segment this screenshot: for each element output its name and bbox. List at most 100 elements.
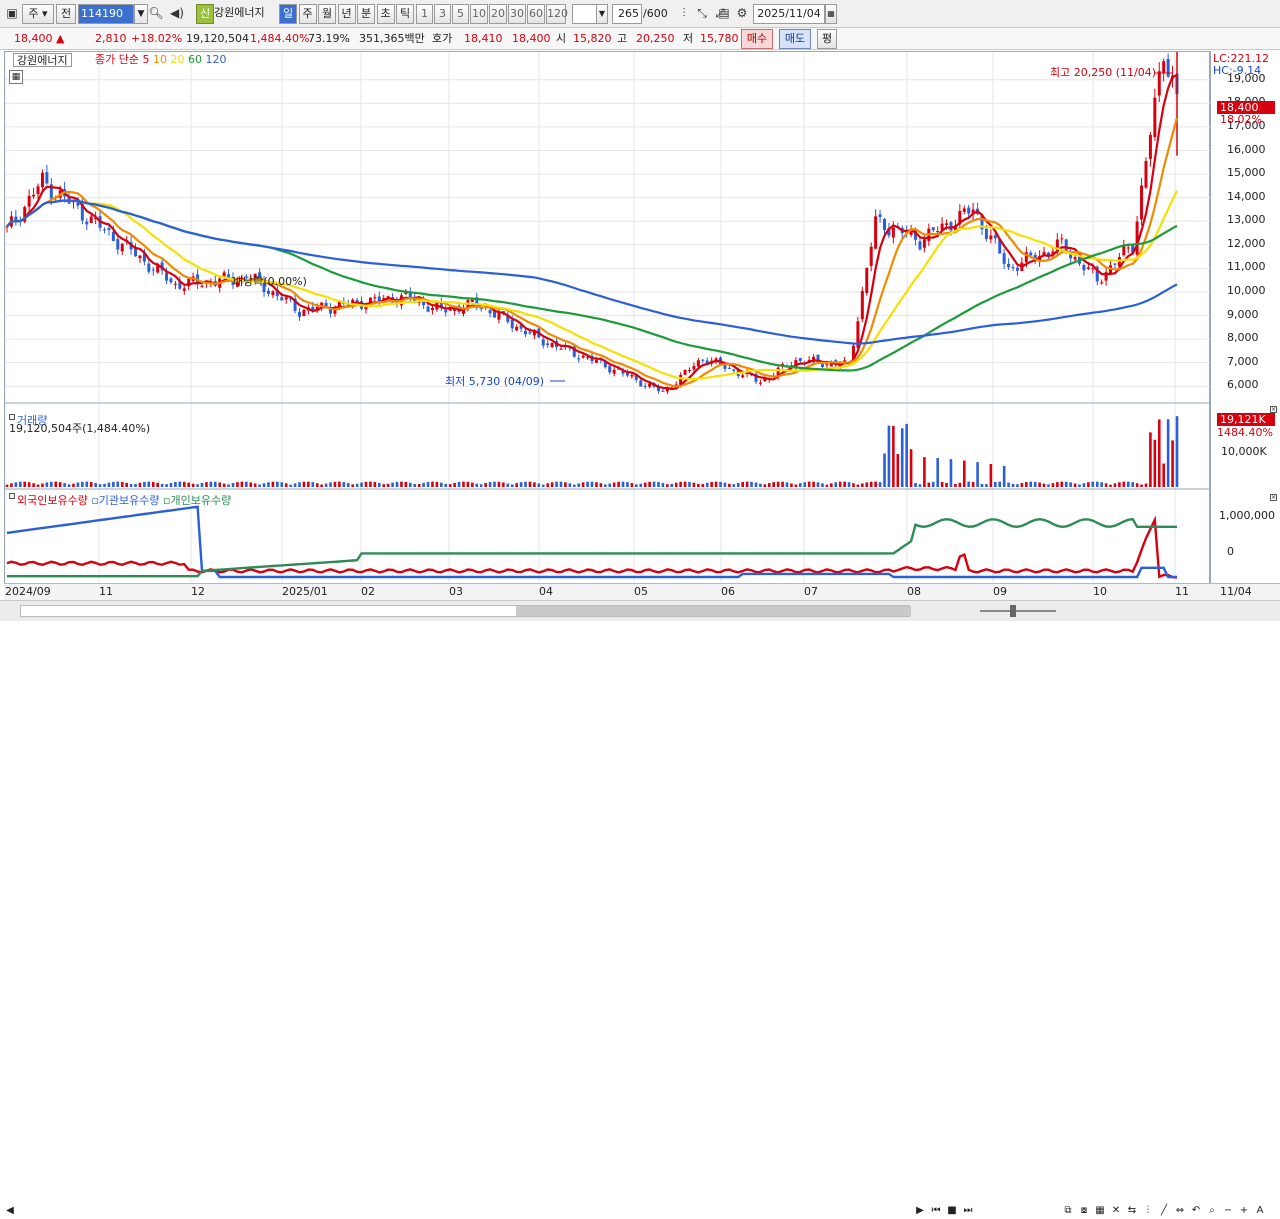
volume-bar-200 — [892, 425, 895, 487]
zoom-out-icon[interactable]: − — [1220, 1203, 1236, 1219]
interval-tab-4[interactable]: 20 — [489, 4, 507, 24]
volume-bar-91 — [408, 482, 412, 487]
holding-y-tick-1: 1,000,000 — [1219, 509, 1275, 522]
volume-bar-202 — [900, 428, 904, 487]
volume-bar-154 — [688, 481, 691, 487]
holding-close-icon[interactable]: × — [1270, 494, 1277, 501]
market-select[interactable]: 주 ▾ — [22, 4, 54, 24]
interval-dropdown-icon[interactable]: ▼ — [596, 4, 608, 24]
toolbar-main: ▣ 주 ▾ 전 114190 ▼ 🔍︎ ◀) 신 강원에너지 일주월년분초틱 1… — [0, 0, 1280, 28]
forward-icon[interactable]: ⏭ — [960, 1203, 976, 1219]
stock-code-input[interactable]: 114190 — [78, 4, 134, 24]
candle-body-129 — [577, 358, 581, 360]
volume-bar-189 — [843, 481, 846, 487]
font-size-icon[interactable]: A — [1252, 1203, 1268, 1219]
zoom-search-icon[interactable]: ⌕ — [1204, 1203, 1220, 1219]
candle-body-123 — [550, 343, 554, 347]
ma-legend-20: 20 — [170, 53, 188, 66]
compare-icon[interactable]: ⧇ — [1076, 1203, 1092, 1219]
candle-type-icon[interactable]: ⫶ — [676, 4, 692, 24]
sell-button[interactable]: 매도 — [779, 29, 811, 49]
volume-bar-148 — [661, 482, 665, 487]
range-icon[interactable]: ⇆ — [1124, 1203, 1140, 1219]
search-icon[interactable]: 🔍︎ — [148, 4, 164, 24]
volume-bar-150 — [670, 483, 674, 487]
calendar-icon[interactable]: ▦ — [825, 4, 837, 24]
volume-bar-260 — [1157, 419, 1161, 487]
prev-button[interactable]: 전 — [56, 4, 76, 24]
holding-panel-handle[interactable] — [9, 493, 15, 499]
volume-bar-143 — [639, 483, 643, 487]
buy-button[interactable]: 매수 — [741, 29, 773, 49]
period-tab-0[interactable]: 일 — [279, 4, 297, 24]
volume-bar-49 — [222, 483, 226, 487]
volume-bar-128 — [572, 484, 576, 487]
chart-area[interactable]: 최고 20,250 (11/04) 최저 5,730 (04/09) 배당락(0.0… — [4, 51, 1211, 600]
interval-tab-2[interactable]: 5 — [452, 4, 469, 24]
candle-body-212 — [945, 223, 949, 225]
undo-icon[interactable]: ↶ — [1188, 1203, 1204, 1219]
volume-bar-242 — [1078, 484, 1081, 487]
period-tab-4[interactable]: 분 — [357, 4, 375, 24]
volume-bar-222 — [989, 463, 993, 487]
period-tab-3[interactable]: 년 — [337, 4, 356, 24]
interval-tab-1[interactable]: 3 — [434, 4, 451, 24]
line-icon[interactable]: ╱ — [1156, 1203, 1172, 1219]
pan-icon[interactable]: ⇔ — [1172, 1203, 1188, 1219]
grid-icon[interactable]: ▦ — [1092, 1203, 1108, 1219]
candle-body-221 — [984, 228, 988, 239]
zoom-slider-thumb[interactable] — [1010, 605, 1016, 617]
price-y-tick-3: 16,000 — [1227, 142, 1266, 156]
volume-bar-208 — [927, 482, 931, 487]
interval-tab-0[interactable]: 1 — [416, 4, 433, 24]
candle-body-170 — [758, 382, 762, 384]
eval-button[interactable]: 평 — [817, 29, 837, 49]
scroll-left-icon[interactable]: ◀ — [2, 1203, 18, 1219]
candle-body-156 — [696, 360, 700, 367]
volume-bar-149 — [666, 484, 669, 487]
volume-pct-tag: 1484.40% — [1217, 426, 1273, 439]
layout-icon[interactable]: ⧉ — [1060, 1203, 1076, 1219]
candle-body-33 — [151, 269, 155, 271]
date-input[interactable]: 2025/11/04 — [753, 4, 825, 24]
volume-bar-240 — [1069, 482, 1072, 487]
window-menu-icon[interactable]: ▣ — [4, 4, 20, 24]
interval-tab-5[interactable]: 30 — [508, 4, 526, 24]
scroll-right-icon[interactable]: ▶ — [912, 1203, 928, 1219]
rewind-icon[interactable]: ⏮ — [928, 1203, 944, 1219]
candle-body-36 — [165, 272, 169, 281]
volume-bar-77 — [346, 483, 350, 487]
interval-tab-7[interactable]: 120 — [546, 4, 568, 24]
panel-table-icon[interactable]: ▦ — [9, 70, 23, 84]
period-tab-6[interactable]: 틱 — [396, 4, 414, 24]
settings-icon[interactable]: ⚙ — [734, 4, 750, 24]
chart-type-icon[interactable]: ⫶ — [1140, 1203, 1156, 1219]
interval-tab-3[interactable]: 10 — [470, 4, 488, 24]
scroll-thumb[interactable] — [516, 606, 911, 616]
save-icon[interactable]: ▤ — [716, 4, 732, 24]
volume-close-icon[interactable]: × — [1270, 406, 1277, 413]
candle-body-241 — [1073, 257, 1077, 260]
volume-bar-118 — [528, 481, 532, 487]
code-dropdown-icon[interactable]: ▼ — [134, 4, 148, 24]
volume-bar-22 — [103, 483, 106, 487]
candle-body-207 — [922, 239, 926, 248]
interval-tab-6[interactable]: 60 — [527, 4, 545, 24]
candle-body-2 — [14, 216, 18, 221]
candle-body-194 — [865, 267, 869, 294]
crosshair-icon[interactable]: ✕ — [1108, 1203, 1124, 1219]
stop-icon[interactable]: ■ — [944, 1203, 960, 1219]
draw-tool-icon[interactable]: ⤡ — [694, 4, 710, 24]
count-input[interactable]: 265 — [612, 4, 642, 24]
volume-bar-130 — [581, 482, 585, 487]
period-tab-2[interactable]: 월 — [318, 4, 336, 24]
zoom-in-icon[interactable]: + — [1236, 1203, 1252, 1219]
period-tab-5[interactable]: 초 — [376, 4, 395, 24]
volume-bar-45 — [205, 482, 208, 487]
volume-bar-237 — [1056, 482, 1059, 487]
period-tab-1[interactable]: 주 — [298, 4, 317, 24]
sound-icon[interactable]: ◀) — [166, 4, 188, 24]
zoom-slider[interactable] — [980, 605, 1056, 617]
scroll-track[interactable] — [20, 605, 911, 617]
volume-bar-247 — [1100, 482, 1103, 487]
